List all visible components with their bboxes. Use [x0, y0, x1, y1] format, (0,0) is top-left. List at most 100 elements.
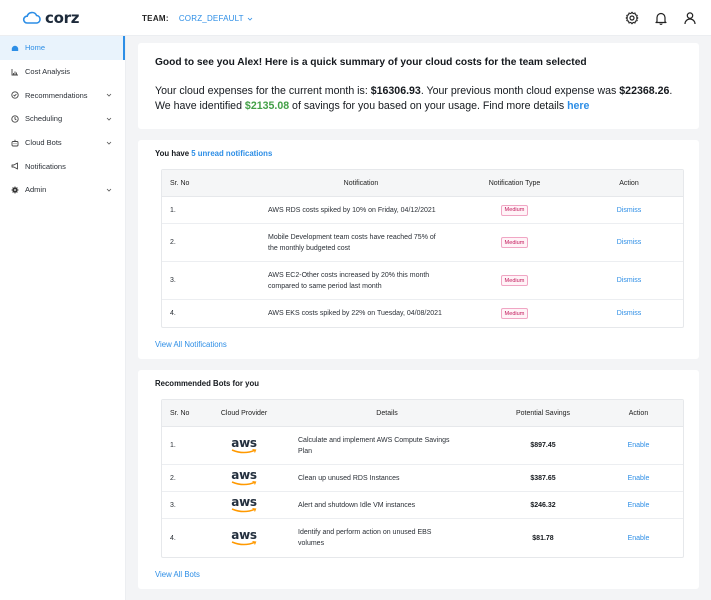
type-cell: Medium	[454, 204, 575, 216]
user-profile-icon[interactable]	[683, 11, 697, 25]
notification-text: AWS EKS costs spiked by 22% on Tuesday, …	[268, 308, 454, 319]
column-header: Notification Type	[488, 179, 541, 187]
bot-details: Alert and shutdown Idle VM instances	[282, 500, 492, 511]
row-number: 1.	[170, 206, 176, 214]
sidebar-item-home[interactable]: Home	[0, 36, 125, 60]
summary-text: Your cloud expenses for the current mont…	[155, 85, 371, 97]
bot-details-line: volumes	[298, 540, 325, 547]
enable-button[interactable]: Enable	[628, 475, 650, 482]
dismiss-button[interactable]: Dismiss	[617, 277, 642, 284]
notifications-title: You have 5 unread notifications	[155, 149, 272, 158]
unread-notifications-link[interactable]: 5 unread notifications	[191, 149, 272, 158]
summary-text: . Your previous month cloud expense was	[420, 85, 620, 97]
row-number: 4.	[170, 310, 176, 317]
settings-gear-icon[interactable]	[625, 11, 639, 25]
table-row: 3. aws Alert and shutdown Idle VM instan…	[162, 492, 683, 519]
bot-details-line: Identify and perform action on unused EB…	[298, 529, 432, 536]
severity-badge: Medium	[500, 308, 529, 319]
enable-button[interactable]: Enable	[628, 535, 650, 542]
row-number: 3.	[170, 277, 176, 284]
aws-smile-icon	[231, 508, 257, 513]
notification-line: AWS EC2-Other costs increased by 20% thi…	[268, 271, 430, 279]
sidebar-item-label: Cloud Bots	[25, 138, 62, 148]
home-icon	[11, 44, 19, 52]
column-header: Action	[619, 179, 639, 187]
table-row: 2. Mobile Development team costs have re…	[162, 224, 683, 262]
aws-logo: aws	[206, 469, 282, 486]
bot-details: Identify and perform action on unused EB…	[282, 527, 492, 549]
team-selector[interactable]: TEAM: CORZ_DEFAULT	[142, 14, 253, 23]
dismiss-button[interactable]: Dismiss	[617, 239, 642, 246]
notification-line: compared to same period last month	[268, 282, 382, 290]
sidebar-item-label: Recommendations	[25, 90, 88, 100]
severity-badge: Medium	[500, 275, 529, 286]
team-label: TEAM:	[142, 14, 169, 23]
greeting-text: Good to see you Alex! Here is a quick su…	[155, 57, 587, 68]
team-value[interactable]: CORZ_DEFAULT	[179, 14, 244, 23]
table-row: 4. AWS EKS costs spiked by 22% on Tuesda…	[162, 300, 683, 327]
bell-icon[interactable]	[654, 11, 668, 25]
action-cell: Dismiss	[575, 239, 683, 246]
notification-line: AWS EKS costs spiked by 22% on Tuesday, …	[268, 310, 442, 317]
aws-smile-icon	[231, 448, 257, 453]
row-number: 2.	[170, 474, 176, 482]
aws-logo: aws	[206, 496, 282, 513]
notification-text: AWS RDS costs spiked by 10% on Friday, 0…	[268, 205, 454, 216]
column-header: Potential Savings	[515, 409, 571, 417]
table-header: Sr. No Cloud Provider Details Potential …	[162, 400, 683, 427]
sidebar-item-cloud-bots[interactable]: Cloud Bots	[0, 131, 125, 155]
bots-table: Sr. No Cloud Provider Details Potential …	[161, 399, 684, 558]
cloud-logo-icon	[22, 11, 41, 24]
potential-savings: $246.32	[530, 501, 556, 509]
brand-logo[interactable]: corz	[22, 9, 79, 27]
enable-button[interactable]: Enable	[628, 502, 650, 509]
view-all-bots-link[interactable]: View All Bots	[155, 570, 200, 579]
details-link[interactable]: here	[567, 100, 589, 112]
action-cell: Enable	[594, 502, 683, 509]
potential-savings: $81.78	[532, 534, 554, 542]
row-number: 1.	[170, 442, 176, 449]
brand-name: corz	[45, 9, 80, 27]
previous-month-cost: $22368.26	[619, 85, 670, 97]
aws-smile-icon	[231, 481, 257, 486]
column-header: Sr. No	[170, 409, 190, 417]
type-cell: Medium	[454, 275, 575, 286]
table-row: 1. aws Calculate and implement AWS Compu…	[162, 427, 683, 465]
sidebar-item-label: Admin	[25, 185, 47, 195]
summary-text: of savings for you based on your usage. …	[289, 99, 568, 112]
summary-text: .	[669, 85, 673, 97]
dismiss-button[interactable]: Dismiss	[617, 310, 642, 317]
sidebar-item-cost-analysis[interactable]: Cost Analysis	[0, 60, 125, 84]
sidebar-item-label: Cost Analysis	[25, 67, 71, 77]
action-cell: Enable	[594, 442, 683, 449]
cost-summary: Your cloud expenses for the current mont…	[155, 84, 672, 113]
bots-title: Recommended Bots for you	[155, 379, 259, 388]
provider-name: aws	[231, 528, 257, 542]
row-number: 3.	[170, 501, 176, 509]
top-bar: corz TEAM: CORZ_DEFAULT	[0, 0, 711, 36]
chevron-down-icon	[106, 188, 112, 192]
action-cell: Dismiss	[575, 207, 683, 214]
sidebar-item-label: Home	[25, 43, 46, 53]
sidebar-item-label: Notifications	[25, 161, 66, 171]
summary-card: Good to see you Alex! Here is a quick su…	[138, 43, 699, 129]
enable-button[interactable]: Enable	[628, 442, 650, 449]
bot-details-line: Clean up unused RDS Instances	[298, 474, 400, 482]
sidebar-item-notifications[interactable]: Notifications	[0, 154, 125, 178]
sidebar-item-scheduling[interactable]: Scheduling	[0, 107, 125, 131]
table-row: 4. aws Identify and perform action on un…	[162, 519, 683, 557]
action-cell: Enable	[594, 535, 683, 542]
table-row: 2. aws Clean up unused RDS Instances $38…	[162, 465, 683, 492]
current-month-cost: $16306.93	[370, 85, 421, 97]
type-cell: Medium	[454, 308, 575, 319]
sidebar-item-admin[interactable]: Admin	[0, 178, 125, 202]
recommendations-icon	[11, 91, 19, 99]
chevron-down-icon	[106, 94, 112, 97]
sidebar-item-recommendations[interactable]: Recommendations	[0, 83, 125, 107]
notification-line: Mobile Development team costs have reach…	[268, 233, 436, 241]
notifications-card: You have 5 unread notifications Sr. No N…	[138, 140, 699, 359]
dismiss-button[interactable]: Dismiss	[617, 207, 642, 214]
view-all-notifications-link[interactable]: View All Notifications	[155, 340, 227, 349]
provider-name: aws	[231, 435, 257, 450]
action-cell: Dismiss	[575, 277, 683, 284]
